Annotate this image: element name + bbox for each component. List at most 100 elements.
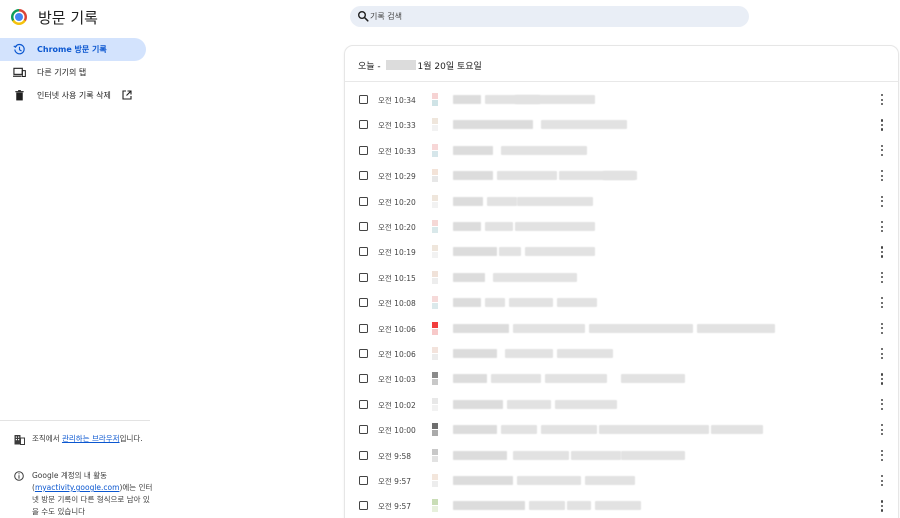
more-actions-icon[interactable] [878, 271, 886, 284]
redacted-title[interactable] [453, 399, 503, 409]
redacted-url[interactable] [485, 298, 505, 308]
redacted-url[interactable] [585, 476, 635, 485]
redacted-url[interactable] [487, 196, 517, 206]
redacted-url[interactable] [571, 450, 621, 460]
managed-browser-link[interactable]: 관리하는 브라우저 [62, 434, 120, 443]
redacted-title[interactable] [453, 349, 497, 358]
history-entry[interactable]: 오전 10:00 [345, 417, 898, 442]
more-actions-icon[interactable] [878, 94, 886, 106]
more-actions-icon[interactable] [878, 475, 886, 487]
entry-checkbox[interactable] [359, 374, 368, 384]
redacted-url[interactable] [513, 450, 569, 460]
sidebar-item-other-devices[interactable]: 다른 기기의 탭 [0, 61, 146, 84]
more-actions-icon[interactable] [878, 170, 886, 182]
history-entry[interactable]: 오전 10:19 [345, 239, 898, 264]
redacted-title[interactable] [453, 145, 493, 155]
entry-checkbox[interactable] [359, 120, 368, 130]
redacted-url[interactable] [567, 501, 591, 511]
redacted-url[interactable] [491, 374, 541, 384]
redacted-url[interactable] [493, 272, 577, 282]
history-entry[interactable]: 오전 9:58 [345, 443, 898, 468]
more-actions-icon[interactable] [878, 449, 886, 462]
history-entry[interactable]: 오전 10:34 [345, 87, 898, 112]
entry-checkbox[interactable] [359, 272, 368, 282]
redacted-url[interactable] [525, 247, 595, 257]
redacted-title[interactable] [453, 171, 493, 181]
more-actions-icon[interactable] [878, 398, 886, 411]
entry-checkbox[interactable] [359, 501, 368, 511]
redacted-url[interactable] [517, 476, 581, 485]
redacted-url[interactable] [711, 425, 763, 435]
history-entry[interactable]: 오전 10:33 [345, 112, 898, 137]
more-actions-icon[interactable] [878, 348, 886, 360]
redacted-url[interactable] [603, 171, 635, 181]
entry-checkbox[interactable] [359, 95, 368, 104]
more-actions-icon[interactable] [878, 322, 886, 335]
history-entry[interactable]: 오전 9:57 [345, 468, 898, 493]
redacted-title[interactable] [453, 501, 525, 511]
more-actions-icon[interactable] [878, 297, 886, 309]
redacted-title[interactable] [453, 374, 487, 384]
history-entry[interactable]: 오전 10:20 [345, 189, 898, 214]
redacted-url[interactable] [505, 349, 553, 358]
sidebar-item-clear-browsing-data[interactable]: 인터넷 사용 기록 삭제 [0, 84, 146, 107]
redacted-title[interactable] [453, 120, 533, 130]
entry-checkbox[interactable] [359, 476, 368, 485]
entry-checkbox[interactable] [359, 323, 368, 333]
more-actions-icon[interactable] [878, 373, 886, 385]
redacted-url[interactable] [541, 120, 627, 130]
entry-checkbox[interactable] [359, 298, 368, 308]
redacted-title[interactable] [453, 272, 485, 282]
redacted-url[interactable] [541, 425, 597, 435]
redacted-url[interactable] [501, 145, 587, 155]
entry-checkbox[interactable] [359, 425, 368, 435]
redacted-url[interactable] [555, 399, 617, 409]
redacted-url[interactable] [509, 298, 553, 308]
redacted-url[interactable] [501, 425, 537, 435]
redacted-title[interactable] [453, 298, 481, 308]
more-actions-icon[interactable] [878, 424, 886, 436]
history-entry[interactable]: 오전 10:03 [345, 366, 898, 391]
entry-checkbox[interactable] [359, 196, 368, 206]
redacted-url[interactable] [595, 501, 641, 511]
redacted-url[interactable] [697, 323, 775, 333]
redacted-url[interactable] [599, 425, 709, 435]
more-actions-icon[interactable] [878, 195, 886, 208]
entry-checkbox[interactable] [359, 222, 368, 231]
redacted-url[interactable] [557, 349, 613, 358]
entry-checkbox[interactable] [359, 349, 368, 358]
redacted-url[interactable] [507, 399, 551, 409]
history-entry[interactable]: 오전 10:15 [345, 265, 898, 290]
redacted-url[interactable] [513, 323, 585, 333]
search-input[interactable] [370, 9, 730, 24]
redacted-title[interactable] [453, 95, 481, 104]
entry-checkbox[interactable] [359, 247, 368, 257]
redacted-url[interactable] [557, 298, 597, 308]
search-box[interactable] [350, 6, 749, 27]
redacted-url[interactable] [497, 171, 557, 181]
redacted-url[interactable] [545, 374, 607, 384]
redacted-title[interactable] [453, 450, 507, 460]
redacted-url[interactable] [515, 95, 595, 104]
redacted-title[interactable] [453, 425, 497, 435]
more-actions-icon[interactable] [878, 221, 886, 233]
more-actions-icon[interactable] [878, 246, 886, 258]
history-entry[interactable]: 오전 9:57 [345, 493, 898, 518]
sidebar-item-chrome-history[interactable]: Chrome 방문 기록 [0, 38, 146, 61]
redacted-url[interactable] [621, 450, 685, 460]
more-actions-icon[interactable] [878, 144, 886, 157]
entry-checkbox[interactable] [359, 450, 368, 460]
redacted-url[interactable] [589, 323, 693, 333]
history-entry[interactable]: 오전 10:02 [345, 392, 898, 417]
myactivity-link[interactable]: myactivity.google.com [35, 483, 120, 492]
redacted-title[interactable] [453, 323, 509, 333]
redacted-url[interactable] [499, 247, 521, 257]
redacted-url[interactable] [485, 222, 513, 231]
entry-checkbox[interactable] [359, 145, 368, 155]
more-actions-icon[interactable] [878, 119, 886, 131]
entry-checkbox[interactable] [359, 171, 368, 181]
history-entry[interactable]: 오전 10:06 [345, 341, 898, 366]
redacted-title[interactable] [453, 196, 483, 206]
entry-checkbox[interactable] [359, 399, 368, 409]
history-entry[interactable]: 오전 10:29 [345, 163, 898, 188]
